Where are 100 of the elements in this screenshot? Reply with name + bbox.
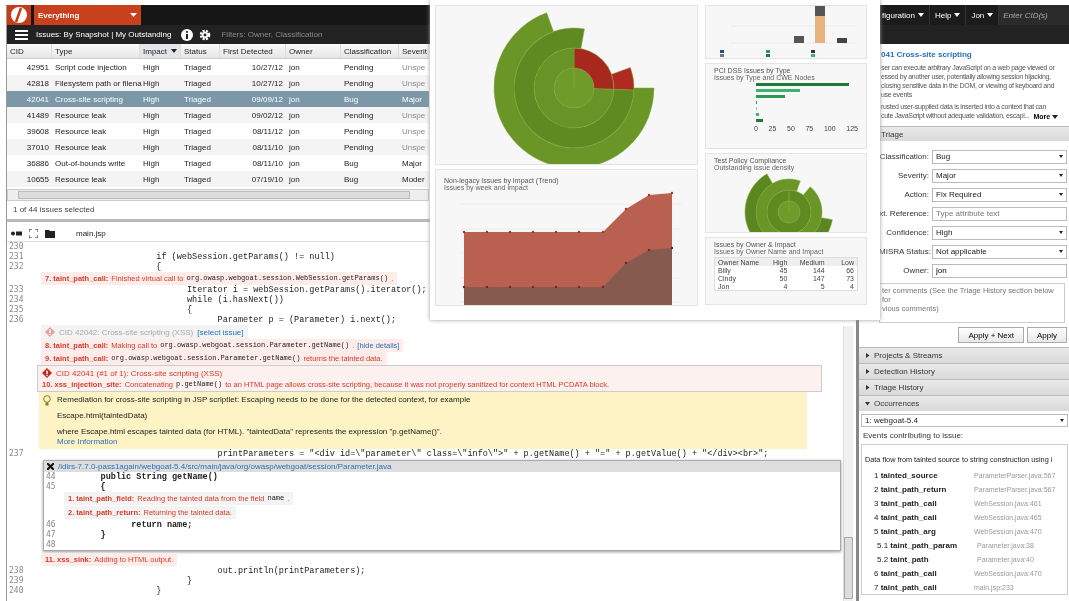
section-header[interactable]: Detection History: [859, 363, 1069, 379]
event-name[interactable]: 5 taint_path_arg: [874, 526, 974, 536]
occurrence-select[interactable]: 1: webgoat-5.4: [861, 414, 1068, 427]
column-header[interactable]: Owner: [286, 44, 341, 58]
collapse-icon[interactable]: [11, 230, 22, 237]
view-title[interactable]: Issues: By Snapshot | My Outstanding: [36, 30, 172, 39]
table-cell-text: 10655: [25, 174, 50, 184]
column-header[interactable]: Classification: [341, 44, 399, 58]
table-cell-text: High: [142, 110, 161, 120]
bar: [756, 95, 785, 98]
table-cell-text: Triaged: [183, 126, 212, 136]
folder-icon[interactable]: [45, 229, 55, 238]
apply-button[interactable]: Apply + Next: [958, 327, 1024, 343]
collapsed-icon: [865, 369, 870, 374]
table-cell-text: 07/19/10: [250, 174, 284, 184]
table-cell-text: Moder: [401, 174, 426, 184]
select-field[interactable]: Not applicable: [932, 244, 1067, 259]
remediation-text: Escape.html(taintedData): [57, 411, 149, 420]
event-name[interactable]: 4 taint_path_call: [874, 512, 974, 522]
column-header[interactable]: First Detected: [220, 44, 286, 58]
caret-icon: [1059, 174, 1063, 177]
select-issue-link[interactable]: [select issue]: [197, 327, 244, 337]
logo-icon: [10, 6, 28, 24]
data-point: [624, 207, 628, 211]
menu-icon[interactable]: [15, 29, 28, 40]
code-line: }: [185, 576, 193, 586]
table-cell-text: High: [142, 94, 161, 104]
code-line: {: [99, 482, 106, 492]
code-line: Parameter p = (Parameter) i.next();: [216, 315, 397, 325]
horizontal-scrollbar[interactable]: [7, 189, 429, 201]
table-cell-text: Pending: [343, 126, 375, 136]
select-field[interactable]: Bug: [932, 149, 1067, 164]
column-header[interactable]: Severit: [399, 44, 429, 58]
table-cell-text: 37010: [25, 142, 50, 152]
table-cell-text: jon: [288, 94, 301, 104]
cid-search-field[interactable]: Enter CID(s): [999, 5, 1069, 25]
settings-icon[interactable]: [199, 28, 212, 41]
line-number: 239: [8, 576, 25, 586]
table-cell-text: Resource leak: [54, 126, 108, 136]
text-field[interactable]: Type attribute text: [932, 206, 1067, 221]
table-cell-text: High: [142, 142, 161, 152]
table-cell-text: Cross-site scripting: [54, 94, 124, 104]
table-cell-text: Unspe: [401, 142, 427, 152]
event-name[interactable]: 5.1 taint_path_param: [877, 540, 977, 550]
column-header[interactable]: CID: [7, 44, 52, 58]
table-row[interactable]: 10655 Resource leak High Triaged 07/19/10 jon Bug Moder: [7, 171, 429, 187]
table-cell-text: jon: [288, 142, 301, 152]
section-header[interactable]: Occurrences: [859, 395, 1069, 411]
table-cell-text: Triaged: [183, 174, 212, 184]
data-point: [601, 285, 605, 289]
line-number: 236: [8, 315, 25, 325]
scope-dropdown[interactable]: Everything: [34, 5, 141, 25]
table-cell-text: Pending: [343, 110, 375, 120]
more-information-link[interactable]: More Information: [57, 437, 118, 446]
event-name[interactable]: 2 taint_path_return: [874, 484, 974, 494]
line-number: 230: [8, 242, 25, 252]
event-name[interactable]: 5.2 taint_path: [877, 554, 977, 564]
table-row[interactable]: 42818 Filesystem path or filena High Triaged 10/27/12 jon Pending Unspe: [7, 75, 429, 91]
table-cell-text: Major: [401, 94, 423, 104]
table-cell-text: 08/11/12: [251, 126, 284, 136]
code-line: out.println(printParameters);: [216, 566, 366, 576]
table-cell-text: Script code injection: [54, 62, 128, 72]
line-number: 45: [45, 482, 57, 492]
table-cell-text: jon: [288, 78, 301, 88]
table-cell-text: 09/09/12: [250, 94, 284, 104]
filters-label: Filters: Owner, Classification: [221, 30, 323, 39]
bar: [756, 119, 763, 122]
data-point: [670, 191, 674, 195]
app-logo[interactable]: [7, 5, 31, 25]
section-header[interactable]: Triage History: [859, 379, 1069, 395]
table-row[interactable]: 37010 Resource leak High Triaged 08/11/10 jon Pending Unspe: [7, 139, 429, 155]
code-line: return name;: [130, 520, 193, 530]
text-field[interactable]: jon: [932, 263, 1067, 278]
close-icon[interactable]: [47, 463, 54, 470]
bar: [815, 6, 825, 43]
triage-header[interactable]: Triage: [879, 126, 1069, 141]
caret-icon: [130, 13, 137, 17]
event-name[interactable]: 6 taint_path_call: [874, 568, 974, 578]
apply-button[interactable]: Apply: [1027, 327, 1067, 343]
event-name[interactable]: 7 taint_path_call: [874, 582, 974, 592]
table-row[interactable]: 41489 Resource leak High Triaged 09/02/12 jon Pending Unspe: [7, 107, 429, 123]
select-field[interactable]: Fix Required: [932, 187, 1067, 202]
table-cell-text: Bug: [343, 174, 360, 184]
table-cell-text: Unspe: [401, 126, 427, 136]
vertical-scrollbar[interactable]: [843, 326, 853, 601]
column-header[interactable]: Status: [181, 44, 220, 58]
event-name[interactable]: 1 tainted_source: [874, 470, 974, 480]
select-field[interactable]: Major: [932, 168, 1067, 183]
select-field[interactable]: High: [932, 225, 1067, 240]
expand-icon[interactable]: [29, 229, 38, 238]
table-cell-text: 36886: [25, 158, 50, 168]
section-header[interactable]: Projects & Streams: [859, 347, 1069, 363]
lightbulb-icon: [43, 395, 51, 406]
table-cell-text: Unspe: [401, 110, 427, 120]
column-header[interactable]: Impact: [140, 44, 181, 58]
line-number: 231: [8, 252, 25, 262]
file-tab[interactable]: main.jsp: [76, 229, 106, 238]
event-name[interactable]: 3 taint_path_call: [874, 498, 974, 508]
info-icon[interactable]: [181, 28, 194, 41]
table-cell-text: jon: [288, 126, 301, 136]
